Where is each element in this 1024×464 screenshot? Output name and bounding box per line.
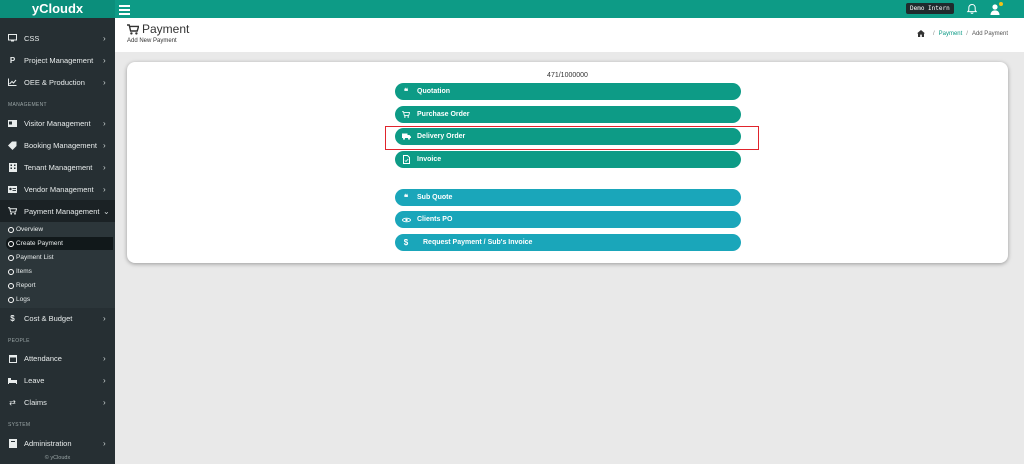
notification-dot — [999, 2, 1003, 6]
circle-icon — [8, 268, 14, 275]
chevron-right-icon: › — [103, 55, 106, 65]
sidebar-item-oee-production[interactable]: OEE & Production › — [0, 71, 115, 93]
tag-icon — [8, 141, 17, 150]
bell-icon[interactable] — [966, 3, 978, 15]
sidebar-item-css[interactable]: CSS › — [0, 27, 115, 49]
bed-icon — [8, 376, 17, 385]
circle-icon — [8, 282, 14, 289]
sidebar-item-leave[interactable]: Leave › — [0, 369, 115, 391]
delivery-order-highlight-box — [385, 126, 759, 150]
invoice-button[interactable]: Invoice — [395, 151, 741, 168]
page-subtitle: Add New Payment — [127, 38, 177, 44]
circle-icon — [8, 240, 14, 247]
document-counter: 471/1000000 — [547, 72, 588, 79]
sidebar-item-claims[interactable]: ⇄ Claims › — [0, 391, 115, 413]
chevron-down-icon: ⌄ — [103, 206, 110, 216]
sidebar-item-project-management[interactable]: P Project Management › — [0, 49, 115, 71]
chevron-right-icon: › — [103, 184, 106, 194]
sidebar-item-visitor-management[interactable]: Visitor Management › — [0, 112, 115, 134]
submenu-item-create-payment[interactable]: Create Payment — [6, 237, 113, 250]
dollar-icon: $ — [10, 313, 15, 323]
cart-icon — [127, 23, 139, 35]
request-payment-button[interactable]: $ Request Payment / Sub's Invoice — [395, 234, 741, 251]
chevron-right-icon: › — [103, 162, 106, 172]
breadcrumb: / Payment / Add Payment — [916, 30, 1008, 37]
quote-icon: ❝ — [403, 193, 409, 202]
sidebar-item-vendor-management[interactable]: Vendor Management › — [0, 178, 115, 200]
chart-icon — [8, 78, 17, 87]
calendar-icon — [8, 354, 17, 363]
sidebar-item-booking-management[interactable]: Booking Management › — [0, 134, 115, 156]
chevron-right-icon: › — [103, 118, 106, 128]
chevron-right-icon: › — [103, 438, 106, 448]
cart-icon — [401, 110, 411, 120]
page-header: Payment Add New Payment / Payment / Add … — [115, 18, 1024, 52]
chevron-right-icon: › — [103, 140, 106, 150]
page-title: Payment — [127, 22, 189, 36]
payment-submenu: Overview Create Payment Payment List Ite… — [0, 222, 115, 308]
chevron-right-icon: › — [103, 375, 106, 385]
purchase-order-button[interactable]: Purchase Order — [395, 106, 741, 123]
menu-toggle-icon[interactable] — [119, 3, 130, 15]
circle-icon — [8, 296, 14, 303]
sidebar-item-cost-budget[interactable]: $ Cost & Budget › — [0, 307, 115, 329]
p-icon: P — [9, 55, 16, 65]
exchange-icon: ⇄ — [9, 397, 16, 407]
chevron-right-icon: › — [103, 33, 106, 43]
building-icon — [8, 162, 17, 172]
brand-logo[interactable]: yCloudx — [0, 0, 115, 18]
vcard-icon — [8, 185, 17, 194]
sidebar-item-attendance[interactable]: Attendance › — [0, 347, 115, 369]
quotation-button[interactable]: ❝ Quotation — [395, 83, 741, 100]
chevron-right-icon: › — [103, 353, 106, 363]
top-bar: yCloudx Demo Intern — [0, 0, 1024, 18]
quote-icon: ❝ — [403, 87, 409, 96]
submenu-item-logs[interactable]: Logs — [6, 293, 113, 306]
chevron-right-icon: › — [103, 313, 106, 323]
submenu-item-report[interactable]: Report — [6, 279, 113, 292]
section-label-system: SYSTEM — [8, 422, 31, 428]
submenu-item-overview[interactable]: Overview — [6, 223, 113, 236]
book-icon — [8, 438, 17, 448]
section-label-people: PEOPLE — [8, 338, 30, 344]
sidebar: CSS › P Project Management › OEE & Produ… — [0, 18, 115, 464]
circle-icon — [8, 254, 14, 261]
section-label-management: MANAGEMENT — [8, 102, 47, 108]
cart-icon — [8, 207, 17, 216]
submenu-item-payment-list[interactable]: Payment List — [6, 251, 113, 264]
breadcrumb-current: Add Payment — [971, 30, 1008, 37]
dollar-icon: $ — [403, 238, 409, 247]
clients-po-button[interactable]: Clients PO — [395, 211, 741, 228]
user-name-badge[interactable]: Demo Intern — [906, 3, 954, 14]
document-icon — [401, 155, 411, 165]
breadcrumb-payment-link[interactable]: Payment — [939, 31, 963, 37]
chevron-right-icon: › — [103, 77, 106, 87]
sidebar-item-administration[interactable]: Administration › — [0, 432, 115, 454]
sub-quote-button[interactable]: ❝ Sub Quote — [395, 189, 741, 206]
sidebar-item-tenant-management[interactable]: Tenant Management › — [0, 156, 115, 178]
chevron-right-icon: › — [103, 397, 106, 407]
sidebar-item-payment-management[interactable]: Payment Management ⌄ — [0, 200, 115, 222]
home-icon[interactable] — [916, 30, 925, 37]
id-card-icon — [8, 119, 17, 128]
monitor-icon — [8, 34, 17, 43]
eye-icon — [401, 215, 411, 225]
circle-icon — [8, 226, 14, 233]
user-profile-icon[interactable] — [989, 2, 1003, 16]
copyright: © yCloudx — [44, 455, 71, 461]
submenu-item-items[interactable]: Items — [6, 265, 113, 278]
